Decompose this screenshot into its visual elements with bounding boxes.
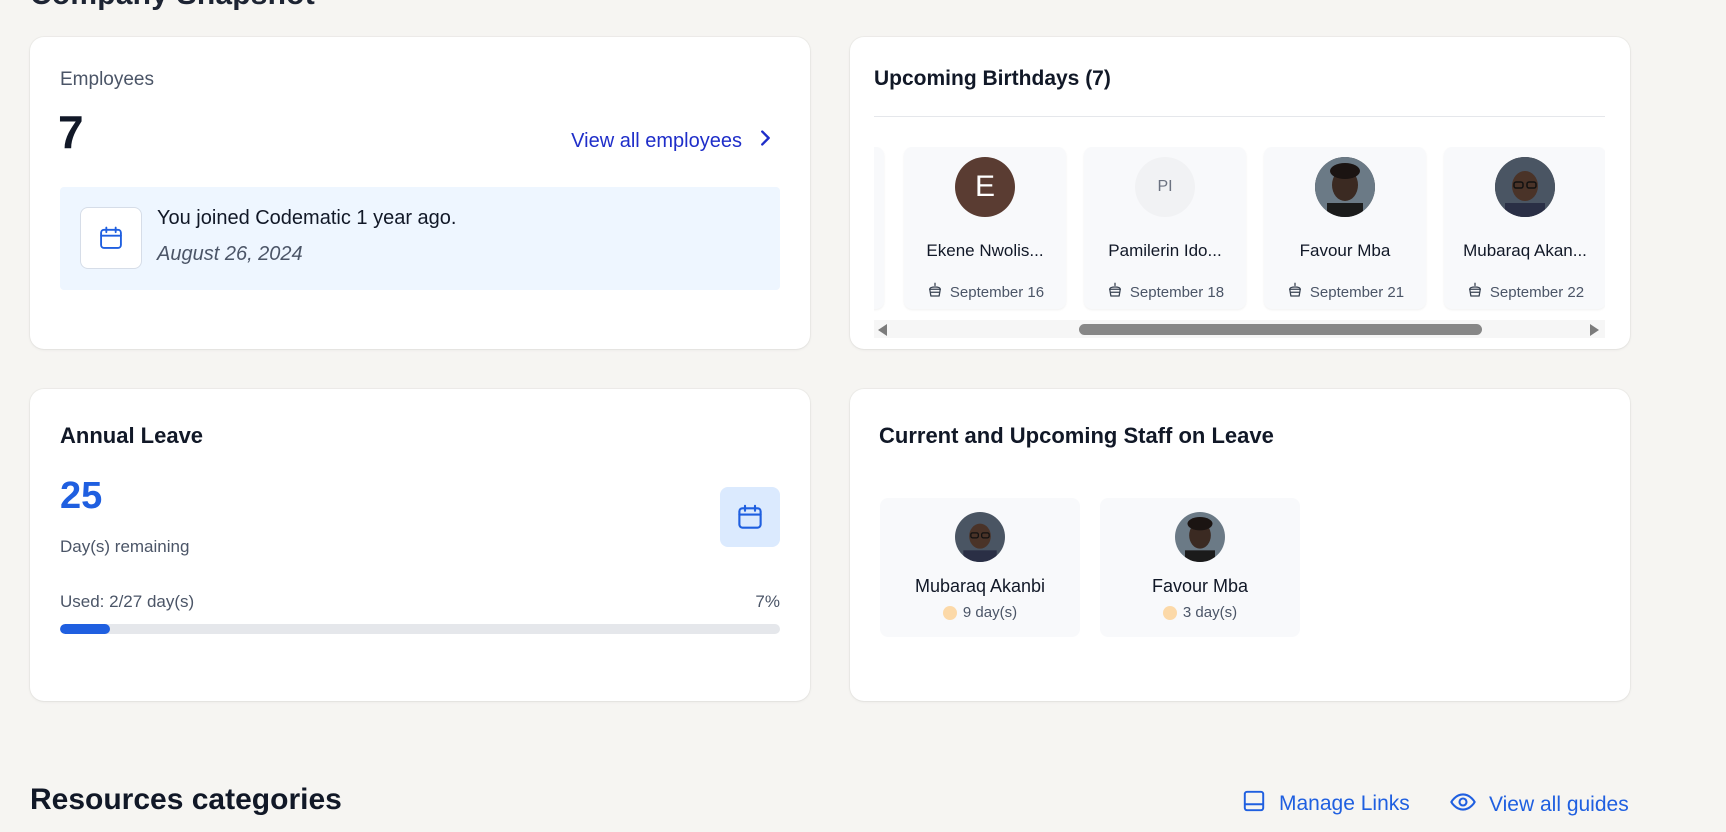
scroll-left-arrow-icon[interactable] [878, 324, 887, 336]
birthday-date: September 16 [949, 283, 1045, 301]
staff-leave-days: 9 day(s) [962, 604, 1018, 621]
avatar-photo [1495, 157, 1555, 217]
divider [874, 116, 1605, 117]
manage-links-button[interactable]: Manage Links [1241, 788, 1410, 820]
employees-card: Employees 7 View all employees You joine… [30, 37, 810, 349]
birthday-date: September 21 [1309, 283, 1405, 301]
avatar: E [955, 157, 1015, 217]
calendar-icon [720, 487, 780, 547]
birthday-card[interactable]: Favour Mba September 21 [1264, 147, 1426, 309]
leave-remaining-label: Day(s) remaining [60, 537, 190, 556]
birthday-name: Mubaraq Akan... [1463, 241, 1587, 260]
staff-name: Mubaraq Akanbi [914, 576, 1046, 596]
status-dot-icon [1162, 605, 1177, 620]
view-all-employees-label: View all employees [571, 129, 742, 152]
cake-icon [1286, 281, 1304, 303]
birthday-card-partial [874, 147, 884, 309]
birthday-date: September 18 [1129, 283, 1225, 301]
calendar-icon [80, 207, 142, 269]
birthday-card[interactable]: Mubaraq Akan... September 22 [1444, 147, 1605, 309]
birthday-name: Pamilerin Ido... [1108, 241, 1222, 260]
view-all-guides-label: View all guides [1489, 793, 1629, 816]
avatar-photo [955, 512, 1005, 562]
scroll-thumb[interactable] [1079, 324, 1482, 335]
avatar: PI [1135, 157, 1195, 217]
scroll-right-arrow-icon[interactable] [1590, 324, 1599, 336]
annual-leave-title: Annual Leave [60, 423, 204, 448]
leave-used-percent: 7% [755, 592, 780, 611]
birthday-card[interactable]: E Ekene Nwolis... September 16 [904, 147, 1066, 309]
avatar-photo [1315, 157, 1375, 217]
leave-progress-bar [60, 624, 780, 634]
staff-leave-days: 3 day(s) [1182, 604, 1238, 621]
employees-title: Employees [60, 69, 154, 90]
leave-progress-fill [60, 624, 111, 634]
joined-info-box: You joined Codematic 1 year ago. August … [60, 187, 780, 290]
cake-icon [1106, 281, 1124, 303]
resources-title: Resources categories [30, 783, 342, 816]
chevron-right-icon [754, 127, 776, 155]
staff-name: Favour Mba [1151, 576, 1249, 596]
birthdays-card: Upcoming Birthdays (7) E Ekene Nwolis...… [850, 37, 1630, 349]
page-heading: Company Snapshot [30, 0, 315, 12]
birthday-date: September 22 [1489, 283, 1585, 301]
leave-used-label: Used: 2/27 day(s) [60, 592, 195, 611]
annual-leave-card: Annual Leave 25 Day(s) remaining Used: 2… [30, 389, 810, 701]
avatar-photo [1175, 512, 1225, 562]
cake-icon [1466, 281, 1484, 303]
joined-date: August 26, 2024 [157, 243, 303, 265]
birthday-name: Ekene Nwolis... [926, 241, 1044, 260]
birthday-name: Favour Mba [1299, 241, 1391, 260]
status-dot-icon [942, 605, 957, 620]
manage-links-label: Manage Links [1279, 792, 1410, 815]
employees-count: 7 [58, 106, 84, 158]
sidebar-panel-icon [1241, 788, 1267, 820]
view-all-employees-link[interactable]: View all employees [571, 127, 776, 155]
birthday-card[interactable]: PI Pamilerin Ido... September 18 [1084, 147, 1246, 309]
joined-text: You joined Codematic 1 year ago. [157, 207, 457, 229]
staff-on-leave-title: Current and Upcoming Staff on Leave [879, 423, 1274, 448]
cake-icon [926, 281, 944, 303]
horizontal-scrollbar[interactable] [874, 320, 1605, 338]
staff-leave-tile[interactable]: Mubaraq Akanbi 9 day(s) [880, 498, 1080, 637]
eye-icon [1449, 788, 1477, 822]
leave-remaining-count: 25 [60, 475, 103, 517]
staff-leave-tile[interactable]: Favour Mba 3 day(s) [1100, 498, 1300, 637]
staff-on-leave-card: Current and Upcoming Staff on Leave Muba… [850, 389, 1630, 701]
view-all-guides-button[interactable]: View all guides [1449, 788, 1629, 822]
birthdays-carousel[interactable]: E Ekene Nwolis... September 16 PI Pamile… [874, 147, 1605, 349]
birthdays-title: Upcoming Birthdays (7) [874, 67, 1111, 90]
